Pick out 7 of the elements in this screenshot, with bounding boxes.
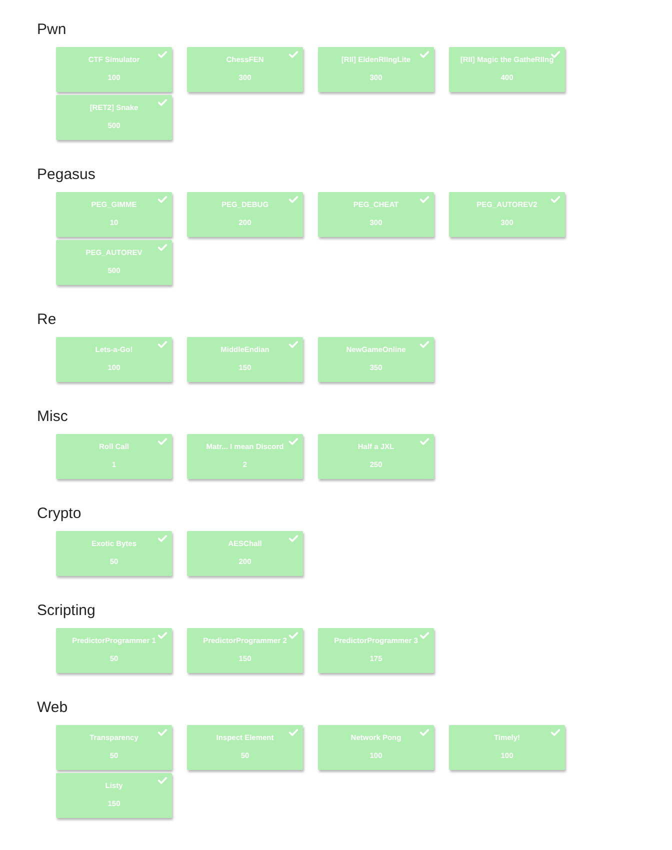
category-heading: Pwn bbox=[37, 21, 68, 39]
category-heading: Crypto bbox=[37, 505, 82, 523]
category-heading: Re bbox=[37, 311, 58, 329]
category-heading: Web bbox=[37, 699, 69, 717]
category-heading: Pegasus bbox=[37, 166, 96, 184]
category-heading: Scripting bbox=[37, 602, 96, 620]
category-heading: Misc bbox=[37, 408, 69, 426]
